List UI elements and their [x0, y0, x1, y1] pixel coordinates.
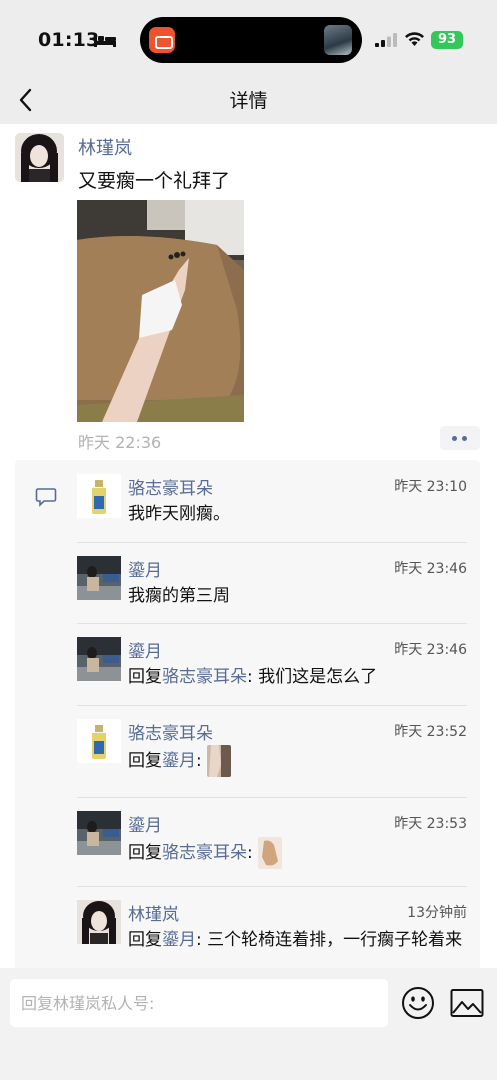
reply-to-name[interactable]: 骆志豪耳朵 — [162, 843, 247, 863]
commenter-name[interactable]: 鎏月 — [128, 637, 162, 662]
commenter-name[interactable]: 骆志豪耳朵 — [128, 474, 213, 499]
comment-item[interactable]: 骆志豪耳朵 昨天 23:10 我昨天刚瘸。 — [77, 460, 467, 542]
comment-text: 回复骆志豪耳朵: 我们这是怎么了 — [128, 667, 378, 687]
commenter-avatar[interactable] — [77, 811, 121, 855]
commenter-avatar[interactable] — [77, 556, 121, 600]
comments-panel: 骆志豪耳朵 昨天 23:10 我昨天刚瘸。 鎏月 昨天 23:46 我瘸的第三周 — [15, 460, 480, 980]
comment-time: 13分钟前 — [407, 905, 467, 921]
wifi-icon — [405, 32, 424, 46]
comment-time: 昨天 23:46 — [394, 642, 467, 658]
status-time: 01:13 — [38, 29, 100, 51]
battery-indicator: 93 — [431, 31, 463, 49]
commenter-name[interactable]: 鎏月 — [128, 811, 162, 836]
nav-bar: 详情 — [0, 78, 497, 124]
post-author-name[interactable]: 林瑾岚 — [78, 134, 132, 160]
commenter-name[interactable]: 鎏月 — [128, 556, 162, 581]
reply-bar — [0, 968, 497, 1080]
bed-icon — [94, 34, 116, 47]
comment-item[interactable]: 骆志豪耳朵 昨天 23:52 回复鎏月: — [77, 705, 467, 797]
commenter-name[interactable]: 林瑾岚 — [128, 900, 179, 925]
post-author-avatar[interactable] — [15, 133, 64, 182]
reply-to-name[interactable]: 骆志豪耳朵 — [162, 667, 247, 687]
commenter-avatar[interactable] — [77, 900, 121, 944]
commenter-avatar[interactable] — [77, 719, 121, 763]
reply-input[interactable] — [10, 979, 388, 1027]
comment-image[interactable] — [258, 837, 283, 869]
comment-item[interactable]: 林瑾岚 13分钟前 回复鎏月: 三个轮椅连着排，一行瘸子轮着来 — [77, 886, 467, 980]
comment-text: 回复鎏月: — [128, 745, 474, 777]
commenter-avatar[interactable] — [77, 637, 121, 681]
page-title: 详情 — [229, 90, 268, 112]
comment-item[interactable]: 鎏月 昨天 23:46 回复骆志豪耳朵: 我们这是怎么了 — [77, 623, 467, 705]
reply-to-name[interactable]: 鎏月 — [162, 751, 196, 771]
app-activity-icon — [149, 27, 175, 53]
comment-text: 回复鎏月: 三个轮椅连着排，一行瘸子轮着来 — [128, 930, 463, 950]
comment-time: 昨天 23:46 — [394, 561, 467, 577]
emoji-icon[interactable] — [401, 986, 435, 1020]
status-bar: 01:13 93 — [0, 0, 497, 78]
comment-icon — [35, 488, 57, 507]
comment-item[interactable]: 鎏月 昨天 23:46 我瘸的第三周 — [77, 542, 467, 623]
post-photo[interactable] — [77, 200, 244, 422]
comment-text: 回复骆志豪耳朵: — [128, 837, 474, 869]
comment-time: 昨天 23:10 — [394, 479, 467, 495]
comment-text: 我昨天刚瘸。 — [128, 504, 230, 524]
more-options-button[interactable] — [440, 426, 480, 450]
comment-text: 我瘸的第三周 — [128, 586, 230, 606]
comment-time: 昨天 23:53 — [394, 816, 467, 832]
commenter-name[interactable]: 骆志豪耳朵 — [128, 719, 213, 744]
reply-to-name[interactable]: 鎏月 — [162, 930, 196, 950]
post-timestamp: 昨天 22:36 — [78, 433, 162, 452]
image-icon[interactable] — [450, 988, 484, 1018]
comment-item[interactable]: 鎏月 昨天 23:53 回复骆志豪耳朵: — [77, 797, 467, 886]
dynamic-island — [140, 17, 362, 63]
now-playing-thumbnail — [324, 25, 352, 55]
comment-image[interactable] — [207, 745, 232, 777]
comment-time: 昨天 23:52 — [394, 724, 467, 740]
signal-icon — [375, 33, 397, 47]
post-text: 又要瘸一个礼拜了 — [78, 170, 231, 192]
commenter-avatar[interactable] — [77, 474, 121, 518]
